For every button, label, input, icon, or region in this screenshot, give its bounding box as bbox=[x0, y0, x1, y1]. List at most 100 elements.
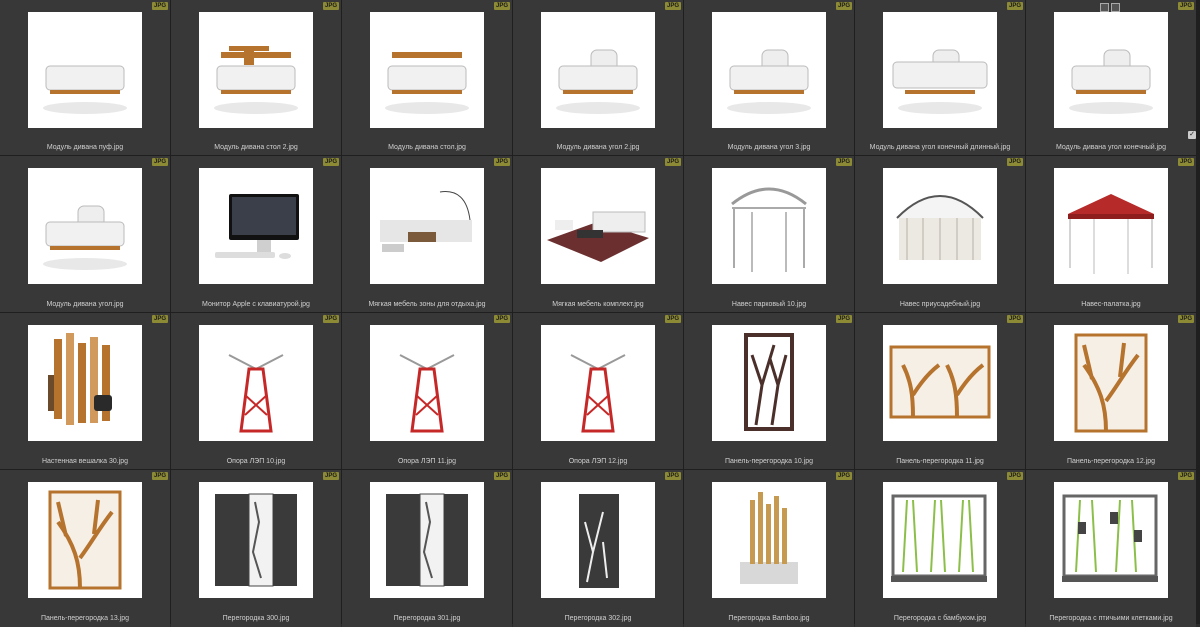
file-name-label: Перегородка 300.jpg bbox=[222, 615, 290, 622]
sofa-corner-2-icon bbox=[556, 49, 640, 114]
power-tower-icon bbox=[399, 354, 455, 433]
file-thumbnail[interactable]: JPG Перегородка 302.jpg bbox=[513, 470, 683, 627]
file-name-label: Модуль дивана угол 3.jpg bbox=[727, 144, 811, 151]
bamboo-icon bbox=[740, 492, 798, 584]
edit-icon[interactable] bbox=[1111, 3, 1120, 12]
file-type-badge: JPG bbox=[1006, 315, 1023, 323]
file-thumbnail[interactable]: JPG Модуль дивана стол.jpg bbox=[342, 0, 512, 155]
file-name-label: Навес приусадебный.jpg bbox=[899, 301, 981, 308]
file-name-label: Модуль дивана угол конечный длинный.jpg bbox=[869, 144, 1011, 151]
furniture-set-icon bbox=[547, 211, 649, 262]
tent-icon bbox=[1068, 194, 1154, 274]
file-thumbnail[interactable]: JPG Перегородка 300.jpg bbox=[171, 470, 341, 627]
file-thumbnail[interactable]: JPG Перегородка с бамбуком.jpg bbox=[855, 470, 1025, 627]
file-type-badge: JPG bbox=[835, 472, 852, 480]
sofa-pouf-icon bbox=[43, 65, 127, 114]
thumbnail-image bbox=[199, 325, 313, 441]
file-name-label: Опора ЛЭП 11.jpg bbox=[397, 458, 456, 465]
bamboo-frame-icon bbox=[891, 494, 987, 582]
file-thumbnail[interactable]: JPG Перегородка с птичьими клетками.jpg bbox=[1026, 470, 1196, 627]
file-thumbnail[interactable]: JPG Настенная вешалка 30.jpg bbox=[0, 313, 170, 469]
sofa-corner-end-icon bbox=[1069, 49, 1153, 114]
power-tower-icon bbox=[228, 354, 284, 433]
file-name-label: Модуль дивана угол.jpg bbox=[46, 301, 124, 308]
thumbnail-image bbox=[712, 482, 826, 598]
file-thumbnail[interactable]: JPG Опора ЛЭП 12.jpg bbox=[513, 313, 683, 469]
thumbnail-grid: JPG Модуль дивана пуф.jpg JPG Модуль дивана… bbox=[0, 0, 1200, 627]
thumbnail-image bbox=[541, 482, 655, 598]
file-thumbnail[interactable]: JPG Мягкая мебель зоны для отдыха.jpg bbox=[342, 156, 512, 312]
file-name-label: Мягкая мебель зоны для отдыха.jpg bbox=[368, 301, 486, 308]
file-thumbnail[interactable]: JPG Модуль дивана угол конечный длинный.j… bbox=[855, 0, 1025, 155]
file-thumbnail[interactable]: JPG Перегородка Bamboo.jpg bbox=[684, 470, 854, 627]
file-name-label: Модуль дивана угол конечный.jpg bbox=[1056, 144, 1166, 151]
file-name-label: Панель-перегородка 10.jpg bbox=[724, 458, 814, 465]
file-type-badge: JPG bbox=[835, 158, 852, 166]
file-type-badge: JPG bbox=[493, 315, 510, 323]
file-name-label: Панель-перегородка 12.jpg bbox=[1066, 458, 1156, 465]
file-type-badge: JPG bbox=[664, 315, 681, 323]
branch-panel-icon bbox=[744, 333, 794, 431]
thumbnail-image bbox=[712, 325, 826, 441]
file-thumbnail[interactable]: JPG Навес приусадебный.jpg bbox=[855, 156, 1025, 312]
file-thumbnail[interactable]: JPG Мягкая мебель комплект.jpg bbox=[513, 156, 683, 312]
file-name-label: Перегородка 302.jpg bbox=[564, 615, 632, 622]
file-thumbnail[interactable]: JPG Модуль дивана угол.jpg bbox=[0, 156, 170, 312]
file-thumbnail[interactable]: JPG Модуль дивана угол 3.jpg bbox=[684, 0, 854, 155]
thumbnail-image bbox=[541, 12, 655, 128]
thumbnail-image bbox=[883, 482, 997, 598]
thumbnail-image bbox=[712, 168, 826, 284]
file-thumbnail[interactable]: JPG Опора ЛЭП 11.jpg bbox=[342, 313, 512, 469]
file-thumbnail[interactable]: JPG Панель-перегородка 10.jpg bbox=[684, 313, 854, 469]
file-thumbnail[interactable]: JPG Модуль дивана угол конечный.jpg bbox=[1026, 0, 1196, 155]
file-name-label: Модуль дивана угол 2.jpg bbox=[556, 144, 640, 151]
file-name-label: Настенная вешалка 30.jpg bbox=[41, 458, 129, 465]
file-type-badge: JPG bbox=[835, 315, 852, 323]
thumbnail-image bbox=[28, 168, 142, 284]
file-thumbnail[interactable]: JPG Опора ЛЭП 10.jpg bbox=[171, 313, 341, 469]
file-name-label: Модуль дивана стол.jpg bbox=[388, 144, 466, 151]
file-type-badge: JPG bbox=[322, 315, 339, 323]
file-thumbnail[interactable]: JPG Панель-перегородка 11.jpg bbox=[855, 313, 1025, 469]
file-name-label: Перегородка 301.jpg bbox=[393, 615, 461, 622]
file-name-label: Навес-палатка.jpg bbox=[1081, 301, 1141, 308]
file-thumbnail[interactable]: JPG Монитор Apple с клавиатурой.jpg bbox=[171, 156, 341, 312]
file-type-badge: JPG bbox=[835, 2, 852, 10]
dark-panel-icon bbox=[579, 494, 619, 588]
file-type-badge: JPG bbox=[664, 472, 681, 480]
file-type-badge: JPG bbox=[493, 158, 510, 166]
file-name-label: Опора ЛЭП 10.jpg bbox=[226, 458, 286, 465]
file-type-badge: JPG bbox=[1177, 158, 1194, 166]
thumbnail-image bbox=[541, 168, 655, 284]
sofa-table-2-icon bbox=[214, 46, 298, 114]
file-type-badge: JPG bbox=[1006, 158, 1023, 166]
file-type-badge: JPG bbox=[322, 158, 339, 166]
file-thumbnail[interactable]: JPG Перегородка 301.jpg bbox=[342, 470, 512, 627]
file-type-badge: JPG bbox=[1177, 315, 1194, 323]
monitor-icon bbox=[215, 194, 299, 259]
file-thumbnail[interactable]: JPG Модуль дивана стол 2.jpg bbox=[171, 0, 341, 155]
file-thumbnail[interactable]: JPG Навес парковый 10.jpg bbox=[684, 156, 854, 312]
thumbnail-image bbox=[370, 12, 484, 128]
file-type-badge: JPG bbox=[151, 158, 168, 166]
file-type-badge: JPG bbox=[493, 2, 510, 10]
file-type-badge: JPG bbox=[664, 2, 681, 10]
thumbnail-image bbox=[883, 325, 997, 441]
file-type-badge: JPG bbox=[664, 158, 681, 166]
pergola-icon bbox=[731, 187, 807, 272]
file-thumbnail[interactable]: JPG Модуль дивана угол 2.jpg bbox=[513, 0, 683, 155]
thumbnail-image bbox=[28, 12, 142, 128]
file-type-badge: JPG bbox=[151, 472, 168, 480]
file-thumbnail[interactable]: JPG Панель-перегородка 13.jpg bbox=[0, 470, 170, 627]
gazebo-icon bbox=[896, 195, 984, 260]
file-type-badge: JPG bbox=[151, 2, 168, 10]
dark-partition-icon bbox=[215, 493, 297, 587]
thumbnail-image bbox=[541, 325, 655, 441]
select-box-icon[interactable] bbox=[1100, 3, 1109, 12]
file-name-label: Панель-перегородка 11.jpg bbox=[896, 458, 984, 465]
file-name-label: Монитор Apple с клавиатурой.jpg bbox=[202, 301, 310, 308]
file-thumbnail[interactable]: JPG Навес-палатка.jpg bbox=[1026, 156, 1196, 312]
check-icon[interactable]: ✓ bbox=[1188, 131, 1196, 139]
file-thumbnail[interactable]: JPG Панель-перегородка 12.jpg bbox=[1026, 313, 1196, 469]
file-thumbnail[interactable]: JPG Модуль дивана пуф.jpg bbox=[0, 0, 170, 155]
